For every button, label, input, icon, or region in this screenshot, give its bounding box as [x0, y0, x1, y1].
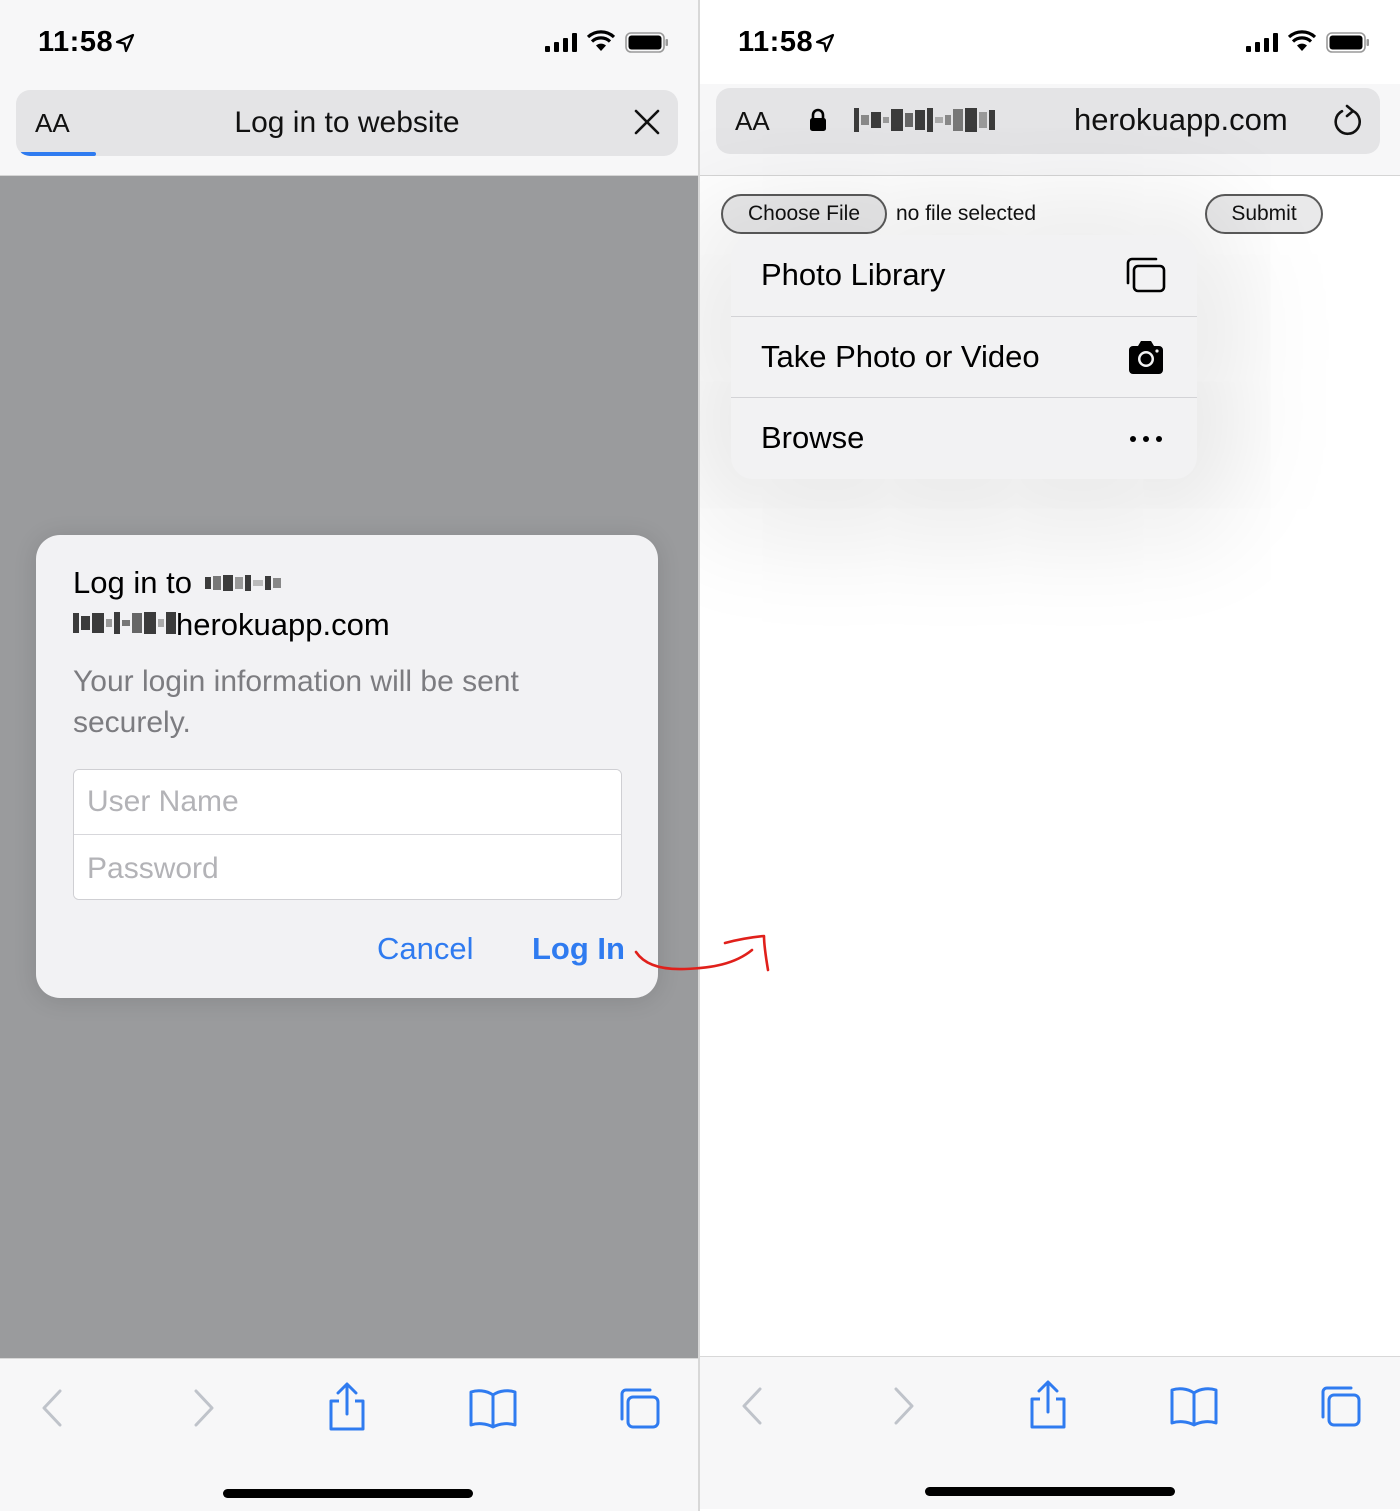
- menu-item-browse[interactable]: Browse: [731, 397, 1197, 478]
- page-title: Log in to website: [234, 106, 460, 139]
- share-icon[interactable]: [1025, 1379, 1071, 1431]
- close-icon[interactable]: [632, 107, 662, 137]
- dialog-message: Your login information will be sent secu…: [73, 665, 519, 739]
- menu-item-take-photo[interactable]: Take Photo or Video: [731, 316, 1197, 397]
- login-dialog: Log in to herokuapp.com Your login infor…: [36, 535, 658, 998]
- address-bar-area: AA Log in to website: [0, 84, 698, 176]
- menu-item-label: Photo Library: [761, 257, 946, 292]
- tabs-icon[interactable]: [616, 1385, 662, 1431]
- bottom-toolbar: [700, 1356, 1400, 1509]
- share-icon[interactable]: [324, 1381, 370, 1433]
- lock-icon: [810, 108, 826, 131]
- more-icon: [1130, 436, 1162, 442]
- reload-icon[interactable]: [1332, 104, 1364, 138]
- address-bar[interactable]: AA herokuapp.com: [716, 88, 1380, 154]
- forward-icon[interactable]: [180, 1385, 226, 1431]
- wifi-icon: [1287, 30, 1317, 51]
- redacted-domain: [204, 575, 281, 591]
- bookmarks-icon[interactable]: [1169, 1383, 1219, 1429]
- credentials-fields: [73, 769, 622, 900]
- bottom-toolbar: [0, 1358, 698, 1511]
- back-icon[interactable]: [730, 1383, 776, 1429]
- dialog-title-prefix: Log in to: [73, 565, 192, 600]
- reader-settings-button[interactable]: AA: [735, 106, 770, 137]
- dialog-domain-suffix: herokuapp.com: [176, 607, 390, 642]
- forward-icon[interactable]: [880, 1383, 926, 1429]
- address-bar[interactable]: AA Log in to website: [16, 90, 678, 156]
- loading-progress-bar: [20, 152, 96, 156]
- menu-item-label: Take Photo or Video: [761, 339, 1040, 374]
- url-domain: herokuapp.com: [1074, 102, 1288, 137]
- dialog-title-line1: Log in to: [73, 565, 281, 601]
- home-indicator[interactable]: [223, 1489, 473, 1498]
- file-status-text: no file selected: [896, 202, 1037, 225]
- camera-icon: [1129, 341, 1163, 374]
- menu-item-label: Browse: [761, 420, 865, 455]
- address-bar-area: AA herokuapp.com: [700, 84, 1400, 176]
- tabs-icon[interactable]: [1317, 1383, 1363, 1429]
- home-indicator[interactable]: [925, 1487, 1175, 1496]
- password-input[interactable]: [74, 836, 621, 899]
- photo-library-icon: [1126, 257, 1166, 293]
- cellular-signal-icon: [545, 32, 577, 52]
- dialog-title-line2: herokuapp.com: [73, 607, 390, 643]
- cancel-button[interactable]: Cancel: [377, 931, 474, 967]
- choose-file-button[interactable]: Choose File: [721, 194, 887, 234]
- battery-icon: [625, 32, 668, 53]
- status-bar: 11:58: [0, 0, 698, 84]
- status-time: 11:58: [38, 26, 114, 58]
- wifi-icon: [586, 30, 616, 51]
- status-bar: 11:58: [700, 0, 1400, 84]
- phone-screen-upload: 11:58 AA herokuapp.com Choose File no fi…: [698, 0, 1400, 1511]
- status-time: 11:58: [738, 26, 814, 58]
- file-source-menu: Photo Library Take Photo or Video Browse: [731, 235, 1197, 479]
- back-icon[interactable]: [30, 1385, 76, 1431]
- location-arrow-icon: [115, 33, 135, 53]
- username-input[interactable]: [74, 770, 621, 835]
- bookmarks-icon[interactable]: [468, 1385, 518, 1431]
- menu-item-photo-library[interactable]: Photo Library: [731, 235, 1197, 316]
- submit-button[interactable]: Submit: [1205, 194, 1323, 234]
- phone-screen-login: 11:58 AA Log in to website Log in to her…: [0, 0, 698, 1511]
- login-button[interactable]: Log In: [532, 931, 625, 967]
- redacted-subdomain: [854, 108, 995, 132]
- location-arrow-icon: [815, 33, 835, 53]
- battery-icon: [1326, 32, 1369, 53]
- redacted-subdomain: [73, 612, 176, 634]
- cellular-signal-icon: [1246, 32, 1278, 52]
